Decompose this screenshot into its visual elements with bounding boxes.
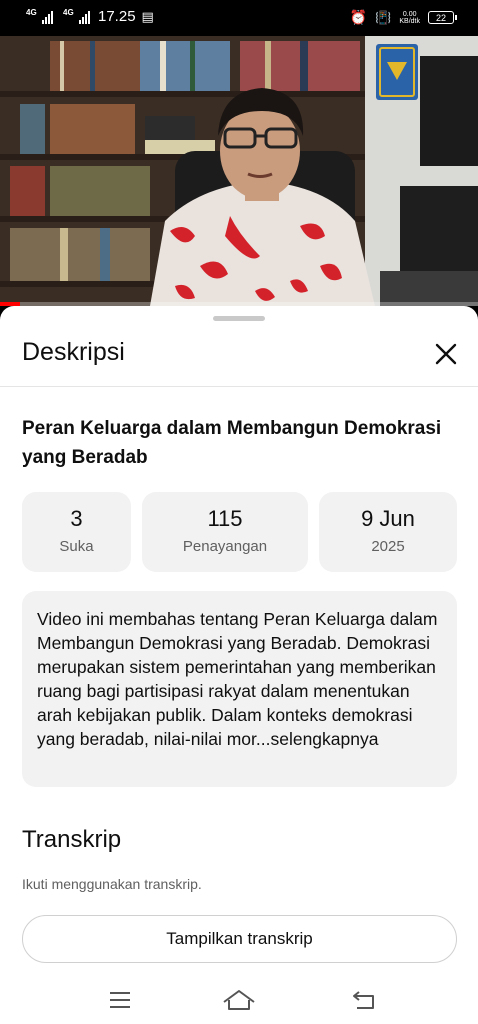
back-icon — [353, 991, 374, 1009]
status-bar: 4G 4G 17.25 ▤ ⏰ 📳 0.00 KB/dtk 22 — [0, 0, 478, 36]
views-count: 115 — [207, 506, 243, 531]
drag-handle[interactable] — [213, 316, 265, 321]
sheet-title: Deskripsi — [22, 338, 125, 366]
show-transcript-button[interactable]: Tampilkan transkrip — [22, 915, 457, 963]
description-text: Video ini membahas tentang Peran Keluarg… — [37, 609, 438, 749]
home-button[interactable] — [219, 982, 259, 1018]
video-frame — [0, 36, 478, 306]
back-button[interactable] — [344, 982, 384, 1018]
network-speed: 0.00 KB/dtk — [399, 10, 420, 25]
menu-button[interactable] — [100, 982, 140, 1018]
description-sheet: Deskripsi Peran Keluarga dalam Membangun… — [0, 306, 478, 1024]
video-player[interactable] — [0, 36, 478, 306]
likes-stat: 3 Suka — [22, 492, 131, 572]
show-transcript-label: Tampilkan transkrip — [166, 929, 313, 948]
video-title: Peran Keluarga dalam Membangun Demokrasi… — [22, 418, 442, 468]
home-icon — [223, 990, 255, 1010]
description-box[interactable]: Video ini membahas tentang Peran Keluarg… — [22, 591, 457, 787]
date-stat: 9 Jun 2025 — [319, 492, 457, 572]
transcript-subtitle: Ikuti menggunakan transkrip. — [22, 876, 202, 892]
publish-year: 2025 — [371, 538, 405, 555]
books-row-3 — [10, 166, 150, 216]
sim-icon: ▤ — [141, 8, 154, 24]
battery-icon: 22 — [428, 11, 457, 24]
alarm-icon: ⏰ — [349, 9, 368, 25]
books-row-1 — [50, 41, 360, 91]
likes-count: 3 — [70, 506, 83, 531]
system-navbar — [0, 976, 478, 1024]
vibrate-icon: 📳 — [375, 9, 392, 25]
likes-label: Suka — [59, 538, 94, 555]
close-button[interactable] — [430, 338, 462, 370]
views-stat: 115 Penayangan — [142, 492, 308, 572]
menu-icon — [110, 992, 130, 1008]
books-row-4 — [10, 228, 150, 281]
signal-icon-1: 4G — [26, 8, 53, 24]
university-logo — [376, 44, 418, 100]
publish-date: 9 Jun — [361, 506, 415, 531]
views-label: Penayangan — [182, 538, 268, 555]
transcript-title: Transkrip — [22, 826, 122, 853]
show-more-link[interactable]: selengkapnya — [270, 729, 378, 749]
divider — [0, 386, 478, 387]
close-icon — [435, 343, 457, 365]
clock: 17.25 — [98, 8, 136, 25]
signal-icon-2: 4G — [63, 8, 90, 24]
